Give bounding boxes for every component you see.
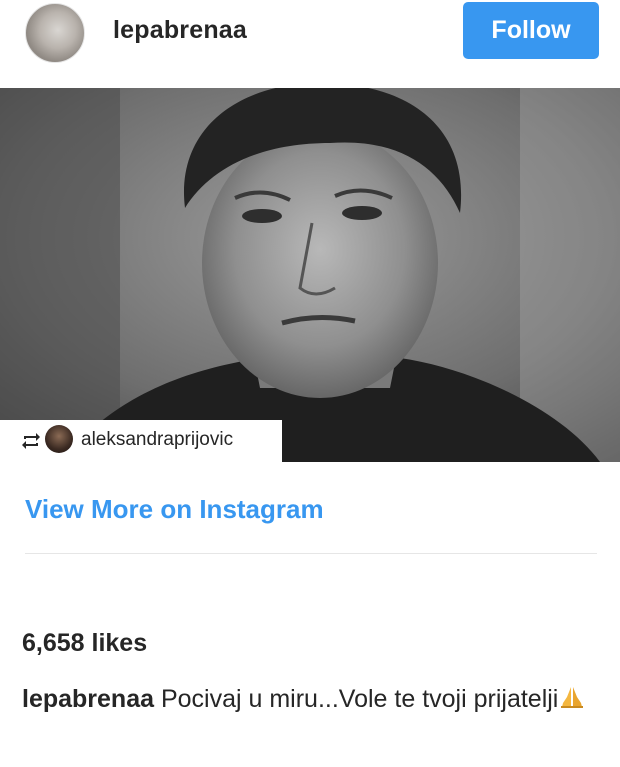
post-photo[interactable]: aleksandraprijovic bbox=[0, 88, 620, 462]
caption-username[interactable]: lepabrenaa bbox=[22, 685, 154, 713]
folded-hands-emoji-icon bbox=[561, 687, 584, 708]
profile-username[interactable]: lepabrenaa bbox=[113, 16, 247, 45]
post-caption: lepabrenaa Pocivaj u miru...Vole te tvoj… bbox=[22, 680, 602, 718]
likes-count[interactable]: 6,658 likes bbox=[22, 629, 147, 658]
repost-username[interactable]: aleksandraprijovic bbox=[81, 429, 233, 451]
view-more-link[interactable]: View More on Instagram bbox=[25, 494, 324, 525]
follow-button[interactable]: Follow bbox=[463, 2, 599, 59]
post-header: lepabrenaa Follow bbox=[0, 0, 620, 88]
caption-text: Pocivaj u miru...Vole te tvoji prijatelj… bbox=[160, 685, 559, 713]
profile-avatar[interactable] bbox=[25, 3, 85, 63]
repost-tag[interactable]: aleksandraprijovic bbox=[0, 420, 282, 462]
divider bbox=[25, 553, 597, 554]
repost-icon bbox=[22, 433, 40, 449]
repost-avatar[interactable] bbox=[45, 425, 73, 453]
